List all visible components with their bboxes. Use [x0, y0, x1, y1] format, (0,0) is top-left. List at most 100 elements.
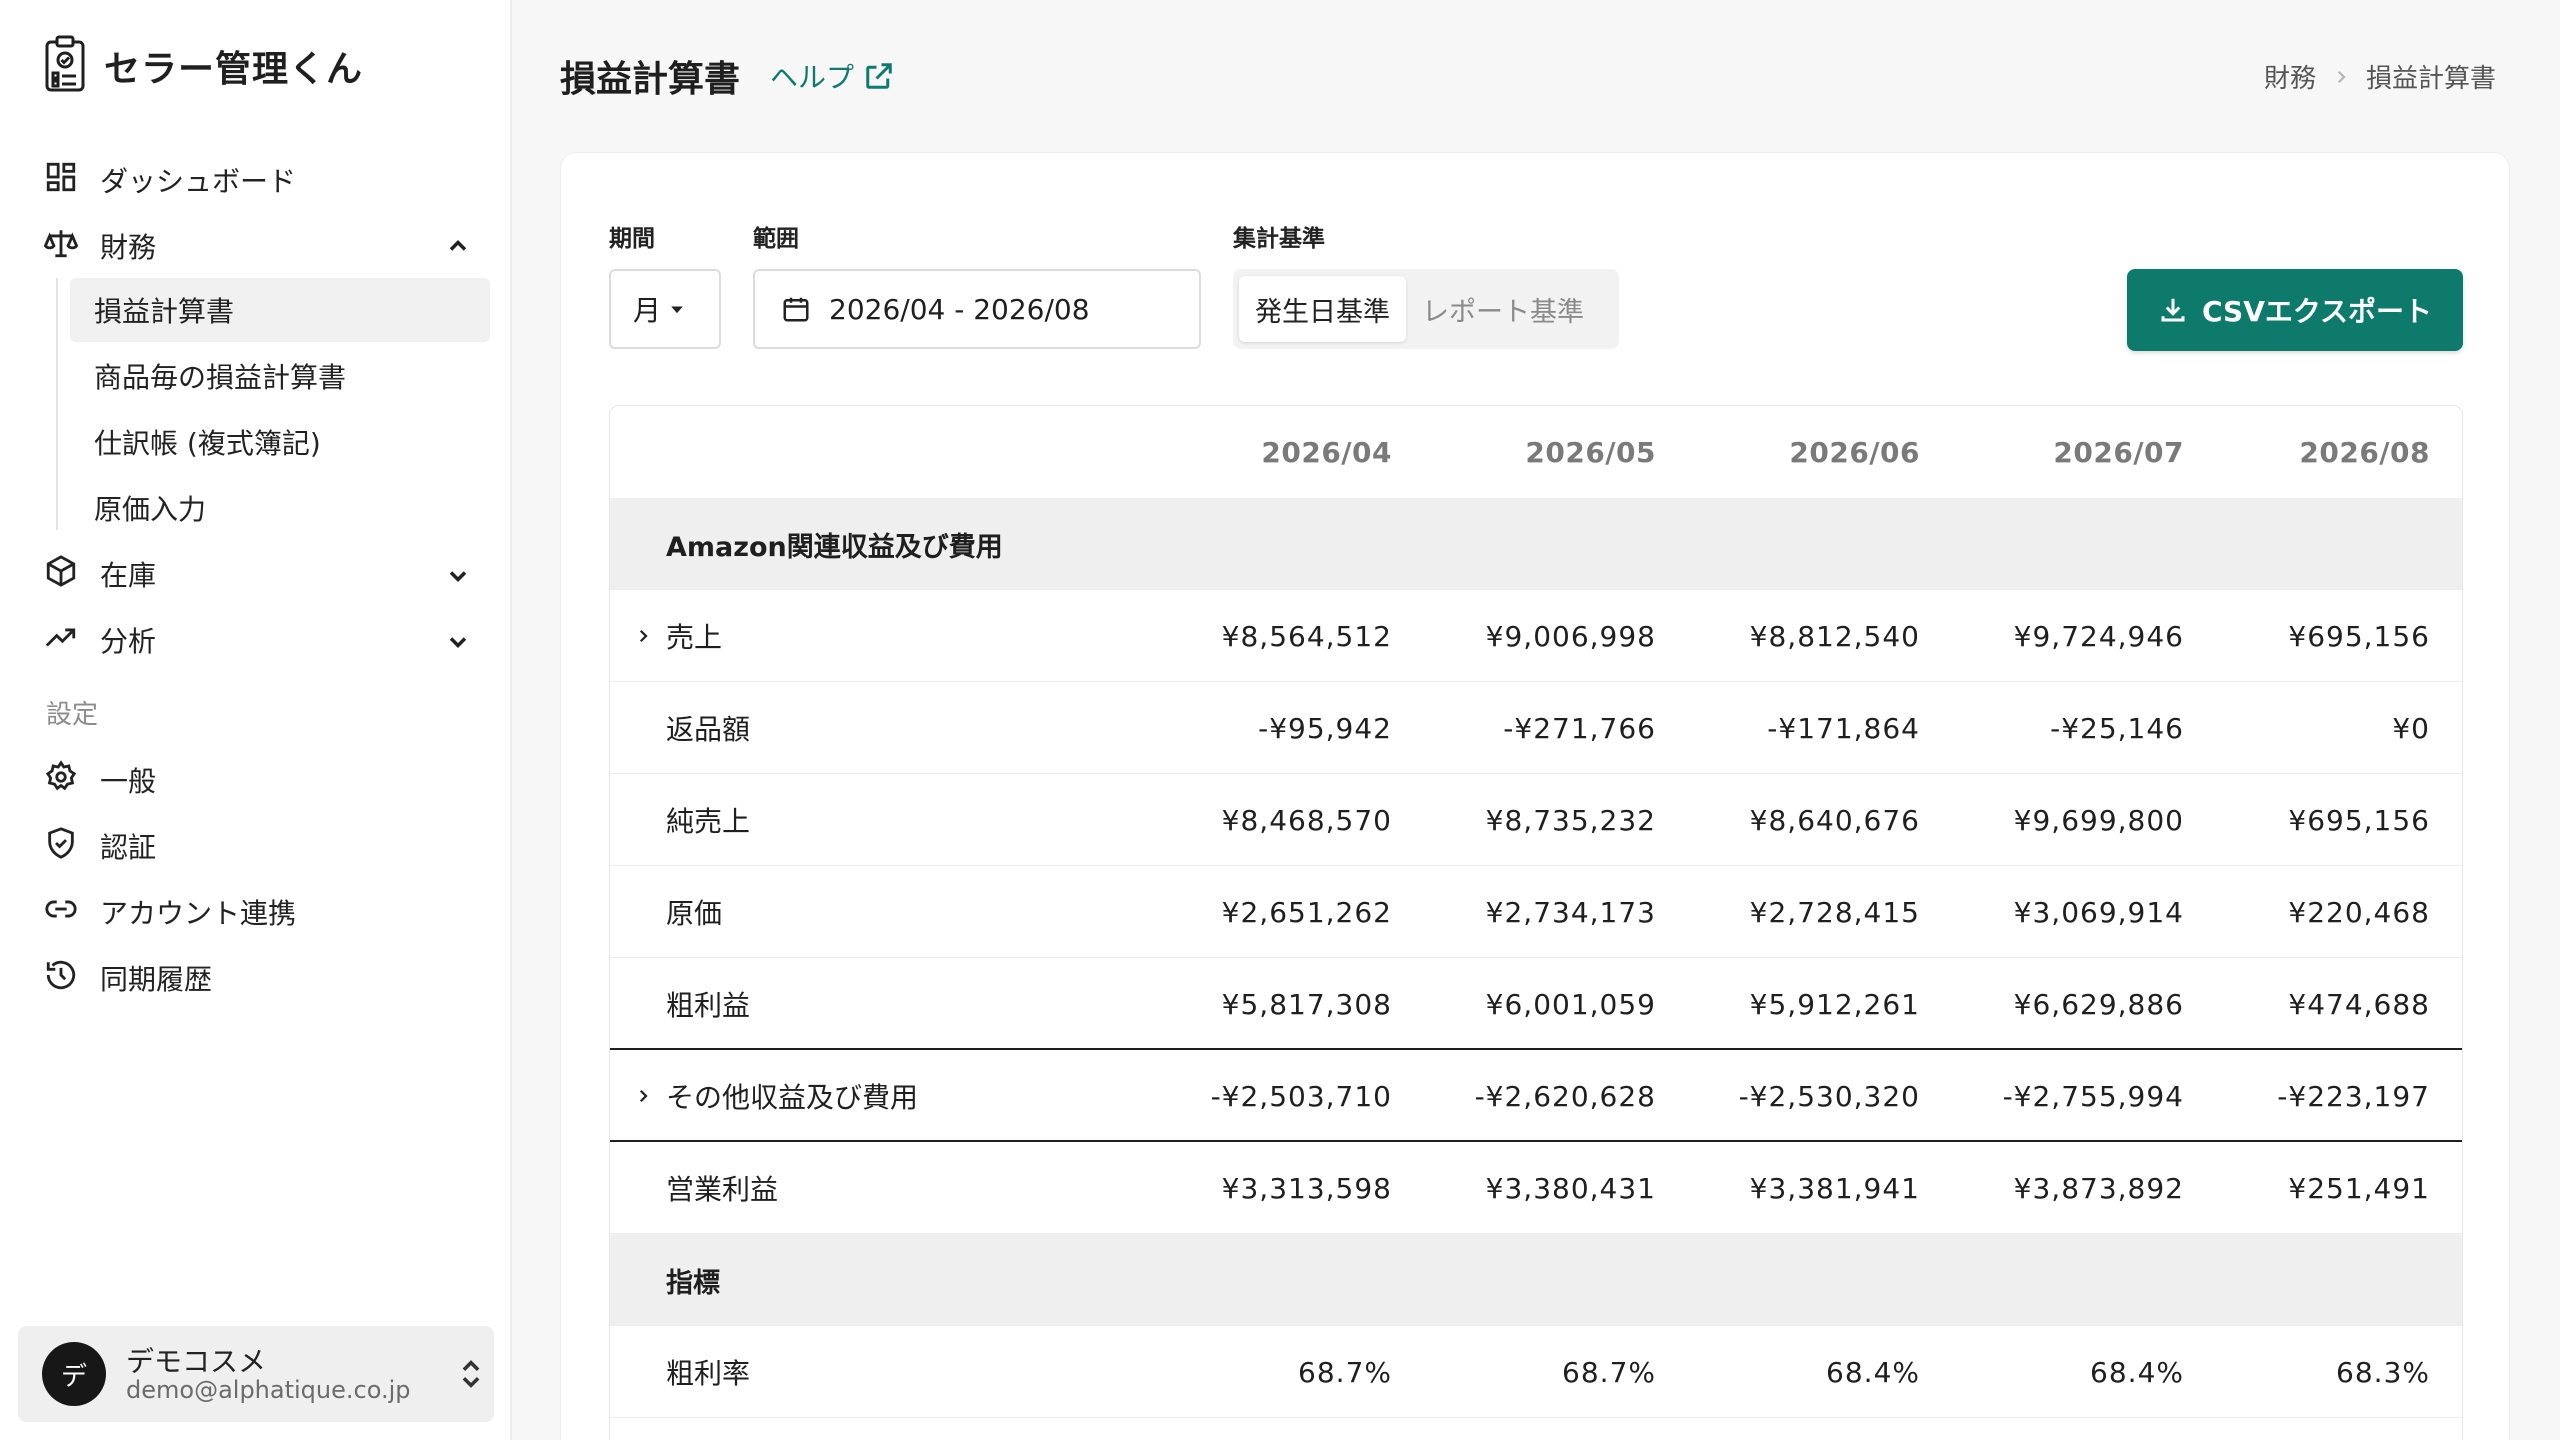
sidebar: セラー管理くん ダッシュボード 財務 損益計算書 商品毎の損益計算書 仕訳帳 (…: [0, 0, 512, 1440]
cell: ¥8,640,676: [1749, 803, 1920, 837]
cell: -¥271,766: [1503, 711, 1656, 745]
box-icon: [44, 554, 78, 595]
cell: 68.4%: [1826, 1355, 1920, 1389]
pl-card: 期間 月 範囲 2026/04 - 2026/08 集計基準 発生日基準 レポー…: [560, 152, 2510, 1440]
csv-export-button[interactable]: CSVエクスポート: [2127, 269, 2463, 351]
cell: ¥695,156: [2288, 803, 2430, 837]
cell: ¥9,724,946: [2013, 619, 2184, 653]
table-row: 返品額 -¥95,942 -¥271,766 -¥171,864 -¥25,14…: [610, 682, 2462, 774]
csv-export-label: CSVエクスポート: [2201, 295, 2433, 328]
cell: ¥2,651,262: [1221, 895, 1392, 929]
trending-up-icon: [44, 620, 78, 661]
cell: ¥2,734,173: [1485, 895, 1656, 929]
sidebar-item-label: 同期履歴: [100, 963, 213, 996]
cell: -¥2,755,994: [2002, 1079, 2184, 1113]
date-range-value: 2026/04 - 2026/08: [829, 292, 1090, 326]
cell: ¥5,817,308: [1221, 987, 1392, 1021]
app-name: セラー管理くん: [104, 49, 364, 90]
row-label: 営業利益: [666, 1173, 779, 1206]
user-name: デモコスメ: [126, 1345, 267, 1378]
chevron-right-icon[interactable]: [634, 590, 652, 682]
period-value: 月: [633, 294, 662, 327]
sidebar-item-account-link[interactable]: アカウント連携: [44, 882, 296, 942]
cell: ¥3,313,598: [1221, 1171, 1392, 1205]
basis-option-occurrence[interactable]: 発生日基準: [1239, 276, 1406, 342]
cell: ¥695,156: [2288, 619, 2430, 653]
cell: ¥6,001,059: [1485, 987, 1656, 1021]
link-icon: [44, 892, 78, 933]
row-label: 返品額: [666, 713, 751, 746]
help-label: ヘルプ: [770, 61, 855, 94]
section-title: Amazon関連収益及び費用: [666, 531, 1003, 563]
download-icon: [2161, 298, 2185, 322]
breadcrumb: 財務 損益計算書: [2264, 58, 2496, 95]
cell: ¥474,688: [2288, 987, 2430, 1021]
cell: ¥3,381,941: [1749, 1171, 1920, 1205]
sidebar-item-label: 一般: [100, 765, 157, 798]
history-icon: [44, 958, 78, 999]
row-label: 粗利率: [666, 1357, 751, 1390]
cell: ¥9,006,998: [1485, 619, 1656, 653]
gear-icon: [44, 759, 78, 801]
sidebar-item-sync-history[interactable]: 同期履歴: [44, 948, 212, 1008]
breadcrumb-finance[interactable]: 財務: [2264, 58, 2316, 95]
scale-icon: [43, 226, 79, 267]
sidebar-item-pl-statement[interactable]: 損益計算書: [70, 278, 490, 342]
sidebar-item-analytics[interactable]: 分析: [44, 610, 156, 670]
pl-table: 2026/04 2026/05 2026/06 2026/07 2026/08 …: [609, 405, 2463, 1440]
cell: -¥95,942: [1258, 711, 1392, 745]
table-row: 営業利益 ¥3,313,598 ¥3,380,431 ¥3,381,941 ¥3…: [610, 1142, 2462, 1234]
cell: ¥251,491: [2288, 1171, 2430, 1205]
table-row: 売上 ¥8,564,512 ¥9,006,998 ¥8,812,540 ¥9,7…: [610, 590, 2462, 682]
sidebar-item-label: 認証: [100, 831, 157, 864]
sidebar-item-inventory[interactable]: 在庫: [44, 544, 156, 604]
chevron-down-icon[interactable]: [444, 628, 472, 656]
cell: ¥5,912,261: [1749, 987, 1920, 1021]
caret-down-icon: [671, 306, 683, 314]
chevron-up-icon[interactable]: [444, 232, 472, 260]
settings-section-label: 設定: [46, 700, 99, 730]
basis-toggle: 発生日基準 レポート基準: [1233, 269, 1619, 349]
section-title: 指標: [666, 1267, 720, 1299]
brand[interactable]: セラー管理くん: [44, 34, 363, 98]
sidebar-item-journal[interactable]: 仕訳帳 (複式簿記): [70, 410, 490, 474]
breadcrumb-current: 損益計算書: [2366, 64, 2497, 94]
period-label: 期間: [609, 226, 655, 252]
shield-icon: [44, 826, 78, 867]
cell: ¥220,468: [2288, 895, 2430, 929]
cell: -¥2,503,710: [1210, 1079, 1392, 1113]
sidebar-item-label: 在庫: [100, 559, 157, 592]
sidebar-item-label: 商品毎の損益計算書: [94, 361, 347, 394]
cell: ¥8,468,570: [1221, 803, 1392, 837]
cell: ¥0: [2392, 711, 2430, 745]
date-range-picker[interactable]: 2026/04 - 2026/08: [753, 269, 1201, 349]
external-link-icon: [866, 63, 892, 89]
avatar: デ: [42, 1342, 106, 1406]
help-link[interactable]: ヘルプ: [770, 56, 894, 96]
cell: ¥2,728,415: [1749, 895, 1920, 929]
range-label: 範囲: [753, 226, 799, 252]
basis-option-report[interactable]: レポート基準: [1406, 276, 1600, 342]
basis-label: 集計基準: [1233, 226, 1325, 252]
sidebar-item-cost-input[interactable]: 原価入力: [70, 476, 490, 540]
chevrons-up-down-icon: [462, 1360, 480, 1388]
sidebar-item-dashboard[interactable]: ダッシュボード: [44, 150, 296, 210]
column-header: 2026/06: [1789, 435, 1920, 469]
sidebar-item-finance[interactable]: 財務: [43, 216, 156, 276]
period-select[interactable]: 月: [609, 269, 721, 349]
chevron-right-icon: [2337, 70, 2346, 83]
sidebar-item-auth[interactable]: 認証: [44, 816, 156, 876]
chevron-down-icon[interactable]: [444, 562, 472, 590]
sidebar-item-product-pl[interactable]: 商品毎の損益計算書: [70, 344, 490, 408]
sidebar-item-general[interactable]: 一般: [44, 750, 156, 810]
cell: 68.4%: [2090, 1355, 2184, 1389]
user-menu[interactable]: デ デモコスメ demo@alphatique.co.jp: [18, 1326, 494, 1422]
chevron-right-icon[interactable]: [634, 1050, 652, 1142]
submenu-line: [56, 278, 58, 530]
sidebar-item-label: 原価入力: [94, 493, 207, 526]
cell: 68.3%: [2336, 1355, 2430, 1389]
row-label: 純売上: [666, 805, 751, 838]
calendar-icon: [783, 297, 809, 322]
cell: ¥3,873,892: [2013, 1171, 2184, 1205]
cell: ¥8,735,232: [1485, 803, 1656, 837]
